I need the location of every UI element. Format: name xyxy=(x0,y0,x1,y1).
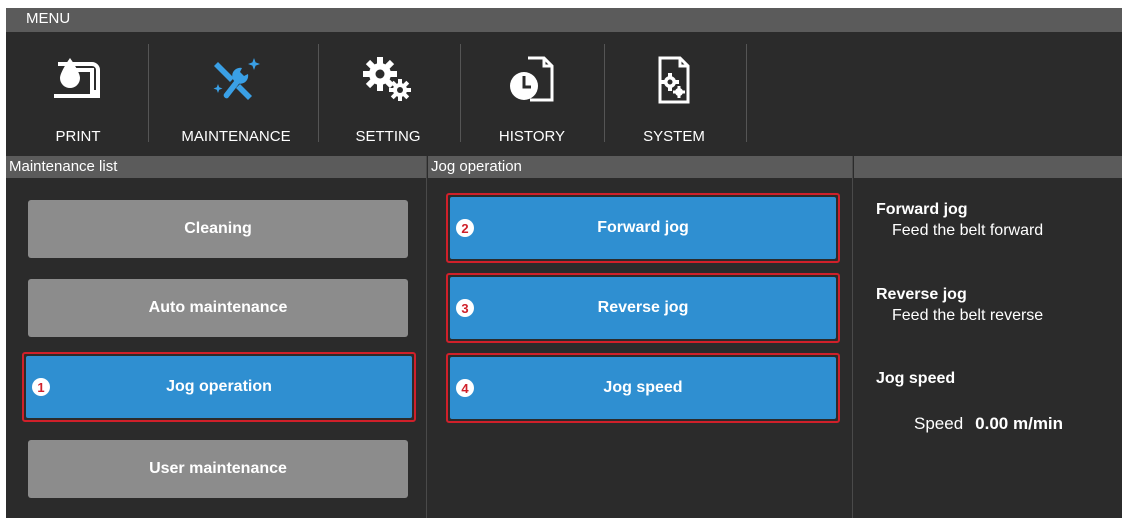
system-icon xyxy=(658,56,690,104)
maintenance-icon xyxy=(213,58,260,100)
marker-3: 3 xyxy=(456,299,474,317)
menu-bar: MENU xyxy=(6,8,1122,32)
marker-2: 2 xyxy=(456,219,474,237)
jog-speed-button[interactable]: 4 Jog speed xyxy=(446,353,840,423)
forward-jog-info-title: Forward jog xyxy=(876,201,968,218)
marker-1: 1 xyxy=(32,378,50,396)
reverse-jog-button[interactable]: 3 Reverse jog xyxy=(446,273,840,343)
forward-jog-button[interactable]: 2 Forward jog xyxy=(446,193,840,263)
forward-jog-info-desc: Feed the belt forward xyxy=(892,222,1044,239)
nav-history-label: HISTORY xyxy=(498,128,566,145)
forward-jog-label: Forward jog xyxy=(597,219,689,236)
auto-maintenance-button[interactable]: Auto maintenance xyxy=(28,279,408,337)
reverse-jog-info-title: Reverse jog xyxy=(876,286,967,303)
setting-icon xyxy=(363,57,411,101)
jog-operation-header: Jog operation xyxy=(428,156,852,178)
speed-value: 0.00 m/min xyxy=(975,414,1064,433)
user-maintenance-button[interactable]: User maintenance xyxy=(28,440,408,498)
info-header xyxy=(854,156,1122,178)
nav-maintenance[interactable]: MAINTENANCE xyxy=(158,32,314,156)
nav-divider xyxy=(148,44,149,142)
reverse-jog-label: Reverse jog xyxy=(597,299,689,316)
history-icon xyxy=(510,56,554,102)
jog-speed-info-title: Jog speed xyxy=(876,370,956,387)
jog-speed-label: Jog speed xyxy=(603,379,683,396)
cleaning-button[interactable]: Cleaning xyxy=(28,200,408,258)
speed-readout: Speed 0.00 m/min xyxy=(914,414,1063,434)
nav-print-label: PRINT xyxy=(55,128,101,145)
menu-title: MENU xyxy=(26,10,71,27)
speed-label: Speed xyxy=(914,414,964,433)
nav-divider xyxy=(746,44,747,142)
column-divider xyxy=(852,156,853,518)
nav-print[interactable]: PRINT xyxy=(18,32,138,156)
nav-history[interactable]: HISTORY xyxy=(472,32,592,156)
jog-operation-label: Jog operation xyxy=(166,378,272,395)
nav-divider xyxy=(604,44,605,142)
nav-divider xyxy=(460,44,461,142)
jog-operation-button[interactable]: 1 Jog operation xyxy=(22,352,416,422)
nav-maintenance-label: MAINTENANCE xyxy=(181,128,291,145)
nav-system[interactable]: SYSTEM xyxy=(614,32,734,156)
nav-system-label: SYSTEM xyxy=(643,128,705,145)
maintenance-list-header: Maintenance list xyxy=(6,156,426,178)
app-frame: MENU PRINT MAINTENANCE SETTING HISTORY S… xyxy=(6,8,1122,518)
reverse-jog-info-desc: Feed the belt reverse xyxy=(892,307,1044,324)
print-icon xyxy=(54,58,100,98)
nav-setting-label: SETTING xyxy=(355,128,421,145)
nav-setting[interactable]: SETTING xyxy=(328,32,448,156)
marker-4: 4 xyxy=(456,379,474,397)
column-divider xyxy=(426,156,427,518)
nav-divider xyxy=(318,44,319,142)
top-nav: PRINT MAINTENANCE SETTING HISTORY SYSTEM xyxy=(6,32,1122,156)
